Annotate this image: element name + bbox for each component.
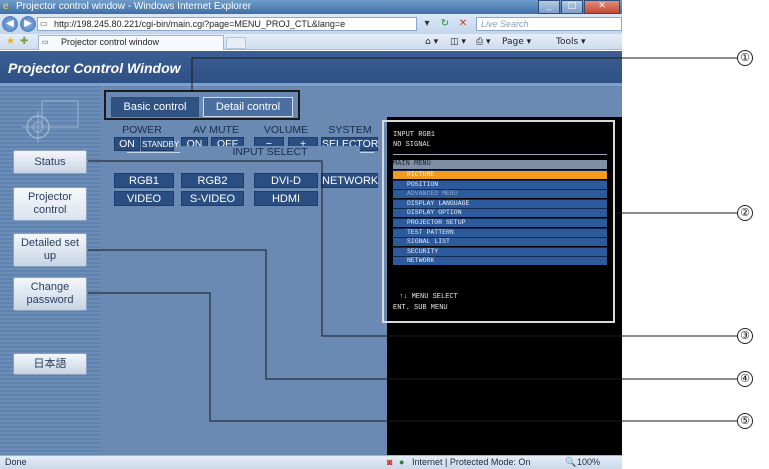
callout-line-3 bbox=[88, 160, 737, 337]
callout-3: ③ bbox=[737, 328, 753, 344]
callout-lines bbox=[88, 57, 737, 422]
callout-1: ① bbox=[737, 50, 753, 66]
callout-5: ⑤ bbox=[737, 413, 753, 429]
callout-line-1 bbox=[191, 57, 737, 92]
callout-line-4 bbox=[88, 249, 737, 380]
callout-2: ② bbox=[737, 205, 753, 221]
callout-4: ④ bbox=[737, 371, 753, 387]
callout-line-5 bbox=[88, 292, 737, 422]
